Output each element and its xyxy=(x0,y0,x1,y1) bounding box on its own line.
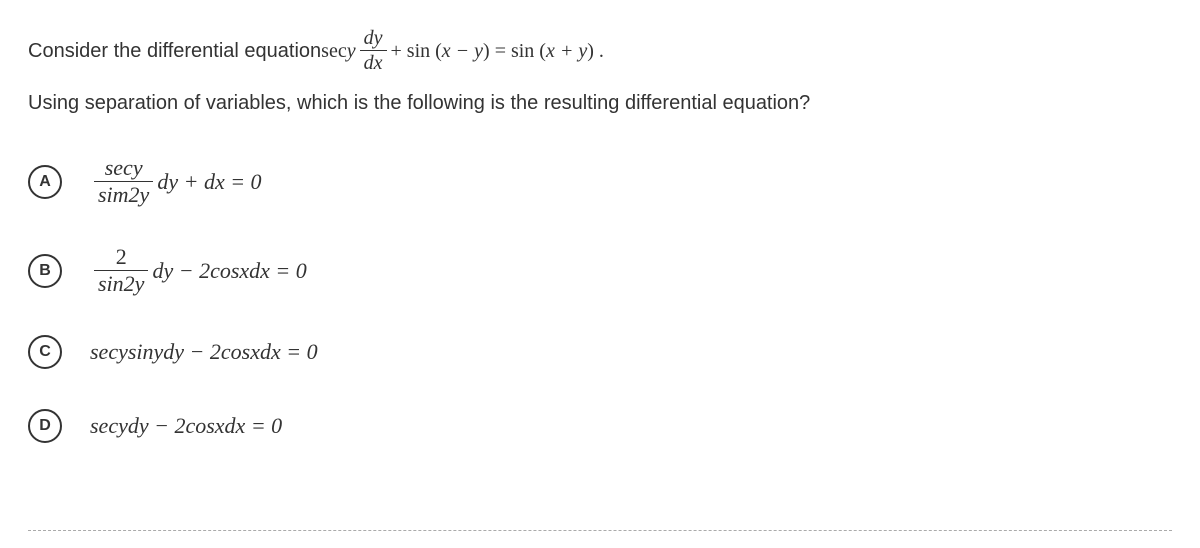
separator-line xyxy=(28,530,1172,531)
option-b-frac-num: 2 xyxy=(112,246,131,270)
frac-den: dx xyxy=(360,50,387,73)
option-d-math: secydy − 2cosxdx = 0 xyxy=(90,413,282,439)
option-b-fraction: 2 sin2y xyxy=(94,246,148,295)
option-d-letter: D xyxy=(28,409,62,443)
question-line-2: Using separation of variables, which is … xyxy=(28,89,1172,117)
option-c-math: secysinydy − 2cosxdx = 0 xyxy=(90,339,318,365)
dy-dx-fraction: dy dx xyxy=(360,28,387,73)
option-a-letter: A xyxy=(28,165,62,199)
options-list: A secy sim2y dy + dx = 0 B 2 sin2y dy − … xyxy=(28,157,1172,443)
option-a-math: secy sim2y dy + dx = 0 xyxy=(90,157,262,206)
question-prefix: Consider the differential equation xyxy=(28,37,321,65)
option-c[interactable]: C secysinydy − 2cosxdx = 0 xyxy=(28,335,1172,369)
option-b-rest: dy − 2cosxdx = 0 xyxy=(152,258,306,284)
sec-text: sec xyxy=(321,37,347,65)
option-c-letter: C xyxy=(28,335,62,369)
option-a[interactable]: A secy sim2y dy + dx = 0 xyxy=(28,157,1172,206)
plus-sin-open: + sin ( xyxy=(391,37,442,65)
close-eq-sin: ) = sin ( xyxy=(483,37,546,65)
option-a-frac-den: sim2y xyxy=(94,181,153,206)
option-b[interactable]: B 2 sin2y dy − 2cosxdx = 0 xyxy=(28,246,1172,295)
y-var: y xyxy=(347,37,356,65)
question-line-1: Consider the differential equation secy … xyxy=(28,28,1172,73)
question-container: Consider the differential equation secy … xyxy=(0,0,1200,443)
equation: secy dy dx + sin (x − y) = sin (x + y) . xyxy=(321,28,604,73)
x-plus-y: x + y xyxy=(546,37,587,65)
option-b-math: 2 sin2y dy − 2cosxdx = 0 xyxy=(90,246,307,295)
frac-num: dy xyxy=(360,28,387,50)
option-a-frac-num: secy xyxy=(101,157,147,181)
option-a-rest: dy + dx = 0 xyxy=(157,169,261,195)
option-d[interactable]: D secydy − 2cosxdx = 0 xyxy=(28,409,1172,443)
option-b-frac-den: sin2y xyxy=(94,270,148,295)
close-dot: ) . xyxy=(587,37,604,65)
x-minus-y: x − y xyxy=(442,37,483,65)
option-b-letter: B xyxy=(28,254,62,288)
option-a-fraction: secy sim2y xyxy=(94,157,153,206)
